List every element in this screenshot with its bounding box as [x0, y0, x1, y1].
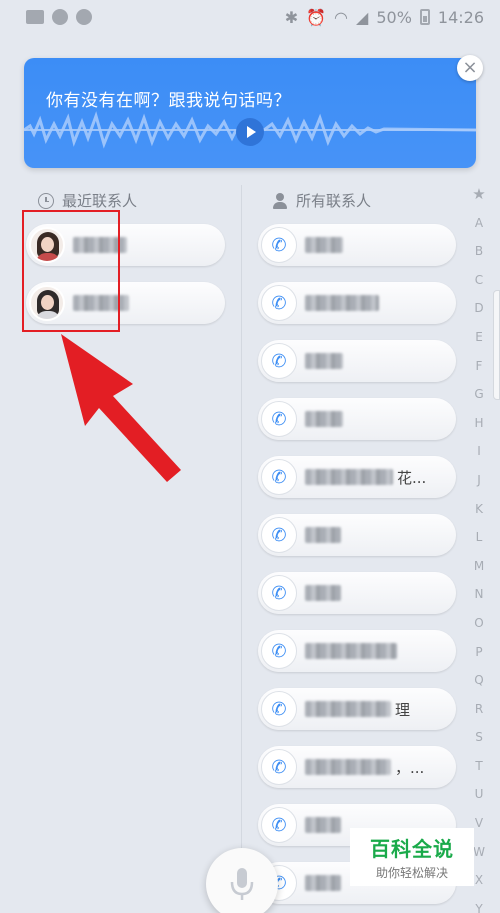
contact-name: ，...: [305, 757, 424, 778]
phone-icon[interactable]: ✆: [261, 517, 297, 553]
close-button[interactable]: ×: [457, 55, 483, 81]
contact-name: [305, 875, 345, 891]
alpha-index-letter[interactable]: M: [470, 552, 488, 581]
contact-item[interactable]: ✆: [258, 340, 456, 382]
all-contacts-header: 所有联系人: [272, 190, 371, 211]
contact-name: 理: [305, 699, 410, 720]
wifi-icon: ◠: [334, 7, 349, 27]
alpha-index-letter[interactable]: N: [470, 580, 488, 609]
alpha-index-letter[interactable]: C: [470, 266, 488, 295]
recent-contacts-header: 最近联系人: [38, 190, 137, 211]
phone-icon[interactable]: ✆: [261, 575, 297, 611]
alpha-index-letter[interactable]: D: [470, 294, 488, 323]
phone-icon[interactable]: ✆: [261, 633, 297, 669]
alpha-index-letter[interactable]: R: [470, 695, 488, 724]
contact-item[interactable]: ✆ ，...: [258, 746, 456, 788]
column-divider: [241, 185, 242, 913]
contact-name: [305, 237, 347, 253]
alpha-index-letter[interactable]: K: [470, 495, 488, 524]
alpha-index-letter[interactable]: S: [470, 723, 488, 752]
microphone-icon: [230, 868, 254, 900]
scroll-handle[interactable]: [493, 290, 500, 400]
alpha-index-letter[interactable]: P: [470, 638, 488, 667]
phone-icon[interactable]: ✆: [261, 749, 297, 785]
contact-name: 花...: [305, 467, 426, 488]
contact-name: [305, 411, 347, 427]
contact-name: [305, 585, 345, 601]
signal-icon: ◢: [356, 7, 369, 27]
alpha-index-letter[interactable]: H: [470, 409, 488, 438]
notification-icons: [26, 9, 92, 25]
contact-name: [305, 527, 345, 543]
bluetooth-icon: ✱: [284, 7, 299, 27]
phone-icon[interactable]: ✆: [261, 227, 297, 263]
watermark-title: 百科全说: [370, 837, 454, 861]
battery-icon: [419, 9, 430, 25]
contact-item[interactable]: ✆: [258, 572, 456, 614]
watermark-subtitle: 助你轻松解决: [375, 866, 448, 880]
recent-contacts-title: 最近联系人: [62, 192, 138, 210]
person-icon: [272, 192, 288, 209]
clock-time: 14:26: [437, 7, 484, 27]
status-bar: ✱ ⏰ ◠ ◢ 50% 14:26: [0, 0, 500, 34]
contact-item[interactable]: ✆ 理: [258, 688, 456, 730]
alpha-index-letter[interactable]: O: [470, 609, 488, 638]
alpha-index-letter[interactable]: I: [470, 437, 488, 466]
alpha-index-letter[interactable]: Q: [470, 666, 488, 695]
image-icon: [26, 10, 44, 24]
alpha-index-letter[interactable]: B: [470, 237, 488, 266]
alpha-index-letter[interactable]: A: [470, 209, 488, 238]
contact-item[interactable]: ✆: [258, 514, 456, 556]
phone-icon[interactable]: ✆: [261, 343, 297, 379]
alpha-index-letter[interactable]: G: [470, 380, 488, 409]
phone-icon[interactable]: ✆: [261, 691, 297, 727]
contact-item[interactable]: ✆: [258, 224, 456, 266]
wechat-icon: [52, 9, 68, 25]
alpha-index-star[interactable]: ★: [470, 180, 488, 209]
alpha-index-letter[interactable]: T: [470, 752, 488, 781]
alpha-index-letter[interactable]: E: [470, 323, 488, 352]
alpha-index-letter[interactable]: F: [470, 352, 488, 381]
watermark: 百科全说 助你轻松解决: [350, 828, 474, 886]
alpha-index-letter[interactable]: L: [470, 523, 488, 552]
all-contacts-title: 所有联系人: [296, 192, 372, 210]
alpha-index-letter[interactable]: Y: [470, 895, 488, 913]
voice-prompt-text: 你有没有在啊？跟我说句话吗？: [46, 91, 291, 111]
contact-item[interactable]: ✆: [258, 398, 456, 440]
phone-icon[interactable]: ✆: [261, 807, 297, 843]
battery-percent: 50%: [376, 7, 412, 27]
contact-name: [305, 817, 345, 833]
wechat-icon: [76, 9, 92, 25]
phone-icon[interactable]: ✆: [261, 401, 297, 437]
phone-icon[interactable]: ✆: [261, 285, 297, 321]
alpha-index-letter[interactable]: J: [470, 466, 488, 495]
system-icons: ✱ ⏰ ◠ ◢ 50% 14:26: [285, 8, 484, 27]
clock-icon: [38, 192, 54, 209]
play-button[interactable]: [236, 118, 264, 146]
contact-name: [305, 353, 347, 369]
alarm-icon: ⏰: [306, 7, 327, 27]
contact-name: [305, 643, 401, 659]
voice-message-card[interactable]: 你有没有在啊？跟我说句话吗？: [24, 58, 476, 168]
contact-item[interactable]: ✆ 花...: [258, 456, 456, 498]
alphabet-index[interactable]: ★ A B C D E F G H I J K L M N O P Q R S T U V W X Y: [470, 180, 488, 913]
alpha-index-letter[interactable]: U: [470, 780, 488, 809]
microphone-button[interactable]: [206, 848, 278, 913]
annotation-highlight-box: [22, 210, 120, 332]
contact-item[interactable]: ✆: [258, 282, 456, 324]
contact-name: [305, 295, 383, 311]
phone-icon[interactable]: ✆: [261, 459, 297, 495]
annotation-arrow: [61, 334, 181, 482]
contact-item[interactable]: ✆: [258, 630, 456, 672]
